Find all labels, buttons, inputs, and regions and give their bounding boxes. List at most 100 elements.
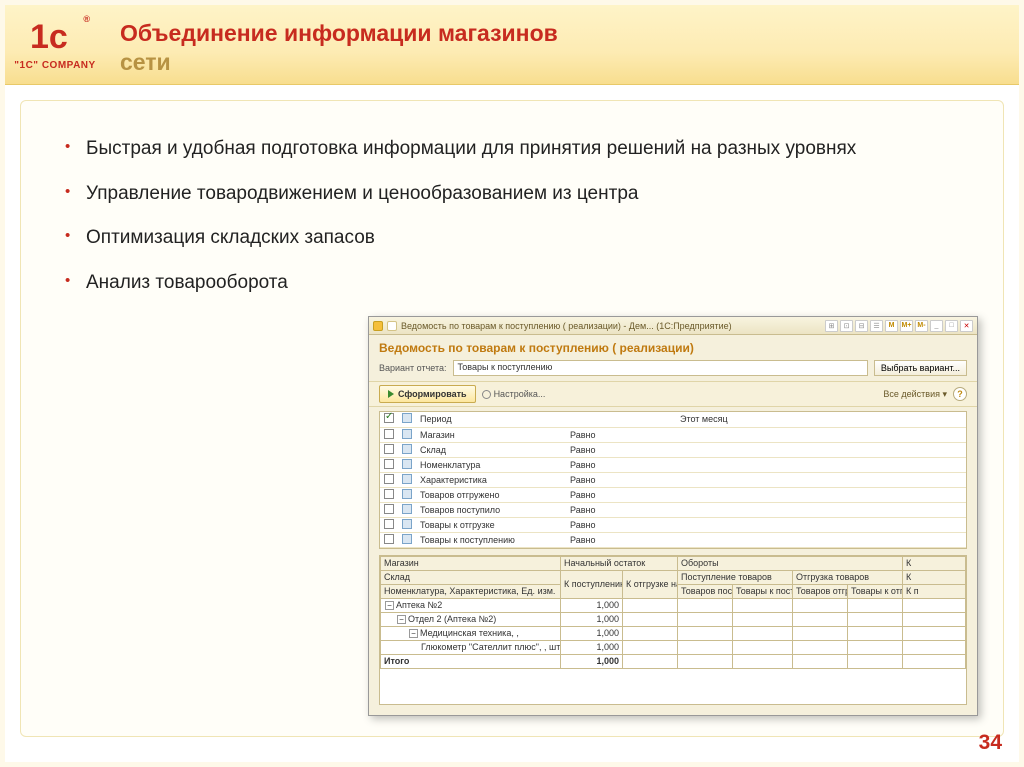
row-label: −Аптека №2 (381, 598, 561, 612)
filter-row[interactable]: Товары к отгрузкеРавно (380, 517, 966, 532)
filter-name: Магазин (416, 427, 566, 442)
filter-condition[interactable]: Равно (566, 457, 676, 472)
filter-icon (402, 489, 412, 499)
gear-icon (482, 390, 491, 399)
col-header[interactable]: Товары к отгрузке (848, 584, 903, 598)
col-header[interactable]: Товары к поступлению (733, 584, 793, 598)
col-header[interactable]: Поступление товаров (678, 570, 793, 584)
row-value: 1,000 (561, 612, 623, 626)
checkbox[interactable] (384, 444, 394, 454)
filter-condition[interactable]: Равно (566, 502, 676, 517)
m-plus-button[interactable]: M+ (900, 320, 913, 332)
filter-value[interactable] (676, 427, 966, 442)
filter-icon (402, 534, 412, 544)
filter-condition[interactable]: Равно (566, 442, 676, 457)
filter-value[interactable] (676, 442, 966, 457)
slide-header: 1c® "1C" COMPANY Объединение информации … (5, 5, 1019, 85)
page-number: 34 (979, 731, 1002, 755)
filter-row[interactable]: Товаров отгруженоРавно (380, 487, 966, 502)
report-grid: Магазин Начальный остаток Обороты К Скла… (379, 555, 967, 706)
generate-button[interactable]: Сформировать (379, 385, 476, 403)
filter-row[interactable]: СкладРавно (380, 442, 966, 457)
col-header[interactable]: Магазин (381, 556, 561, 570)
m-button[interactable]: M (885, 320, 898, 332)
table-row[interactable]: −Аптека №21,000 (381, 598, 966, 612)
row-value: 1,000 (561, 640, 623, 654)
filter-condition[interactable] (566, 412, 676, 427)
tree-toggle-icon[interactable]: − (397, 615, 406, 624)
filter-value[interactable] (676, 487, 966, 502)
tree-toggle-icon[interactable]: − (409, 629, 418, 638)
col-header[interactable]: К (903, 556, 966, 570)
col-header[interactable]: К (903, 570, 966, 584)
filter-value[interactable] (676, 532, 966, 547)
filter-icon (402, 474, 412, 484)
choose-variant-button[interactable]: Выбрать вариант... (874, 360, 967, 376)
col-header[interactable]: К п (903, 584, 966, 598)
close-icon[interactable]: ✕ (960, 320, 973, 332)
col-header[interactable]: Обороты (678, 556, 903, 570)
tool-icon[interactable]: ⊟ (855, 320, 868, 332)
filter-value[interactable] (676, 517, 966, 532)
filter-condition[interactable]: Равно (566, 472, 676, 487)
filter-condition[interactable]: Равно (566, 427, 676, 442)
filter-value[interactable] (676, 472, 966, 487)
table-row[interactable]: Глюкометр "Сателлит плюс", , шт1,000 (381, 640, 966, 654)
filter-row[interactable]: Товары к поступлениюРавно (380, 532, 966, 547)
settings-button[interactable]: Настройка... (482, 389, 546, 399)
checkbox[interactable] (384, 413, 394, 423)
filter-name: Товары к отгрузке (416, 517, 566, 532)
help-icon[interactable]: ? (953, 387, 967, 401)
col-header[interactable]: К поступлению нач. ост. (561, 570, 623, 598)
filter-row[interactable]: ПериодЭтот месяц (380, 412, 966, 427)
filter-value[interactable] (676, 502, 966, 517)
filter-grid: ПериодЭтот месяцМагазинРавноСкладРавноНо… (379, 411, 967, 549)
col-header[interactable]: Товаров отгружено (793, 584, 848, 598)
col-header[interactable]: Склад (381, 570, 561, 584)
total-label: Итого (381, 654, 561, 668)
filter-row[interactable]: Товаров поступилоРавно (380, 502, 966, 517)
minimize-icon[interactable]: _ (930, 320, 943, 332)
logo-text: "1C" COMPANY (14, 60, 95, 71)
generate-label: Сформировать (398, 389, 467, 399)
slide-title: Объединение информации магазинов сети (105, 13, 558, 77)
filter-row[interactable]: НоменклатураРавно (380, 457, 966, 472)
star-icon[interactable] (387, 321, 397, 331)
checkbox[interactable] (384, 534, 394, 544)
bullet-item: Управление товародвижением и ценообразов… (61, 181, 963, 208)
filter-value[interactable] (676, 457, 966, 472)
maximize-icon[interactable]: □ (945, 320, 958, 332)
tool-icon[interactable]: ☰ (870, 320, 883, 332)
filter-condition[interactable]: Равно (566, 532, 676, 547)
col-header[interactable]: Номенклатура, Характеристика, Ед. изм. (381, 584, 561, 598)
col-header[interactable]: Отгрузка товаров (793, 570, 903, 584)
checkbox[interactable] (384, 474, 394, 484)
filter-condition[interactable]: Равно (566, 487, 676, 502)
col-header[interactable]: Начальный остаток (561, 556, 678, 570)
filter-row[interactable]: ХарактеристикаРавно (380, 472, 966, 487)
m-minus-button[interactable]: M- (915, 320, 928, 332)
tool-icon[interactable]: ⊞ (825, 320, 838, 332)
checkbox[interactable] (384, 504, 394, 514)
col-header[interactable]: Товаров поступило (678, 584, 733, 598)
col-header[interactable]: К отгрузке нач. ост. (623, 570, 678, 598)
filter-name: Склад (416, 442, 566, 457)
checkbox[interactable] (384, 459, 394, 469)
tree-toggle-icon[interactable]: − (385, 601, 394, 610)
table-row[interactable]: −Отдел 2 (Аптека №2)1,000 (381, 612, 966, 626)
table-row[interactable]: −Медицинская техника, ,1,000 (381, 626, 966, 640)
variant-field[interactable]: Товары к поступлению (453, 360, 868, 376)
filter-value[interactable]: Этот месяц (676, 412, 966, 427)
variant-label: Вариант отчета: (379, 363, 447, 373)
checkbox[interactable] (384, 489, 394, 499)
filter-condition[interactable]: Равно (566, 517, 676, 532)
row-value: 1,000 (561, 626, 623, 640)
logo-icon: 1c® (30, 18, 80, 58)
all-actions-button[interactable]: Все действия ▾ (883, 389, 947, 400)
checkbox[interactable] (384, 429, 394, 439)
checkbox[interactable] (384, 519, 394, 529)
bullet-list: Быстрая и удобная подготовка информации … (61, 136, 963, 296)
tool-icon[interactable]: ⊡ (840, 320, 853, 332)
app-titlebar[interactable]: Ведомость по товарам к поступлению ( реа… (369, 317, 977, 335)
filter-row[interactable]: МагазинРавно (380, 427, 966, 442)
